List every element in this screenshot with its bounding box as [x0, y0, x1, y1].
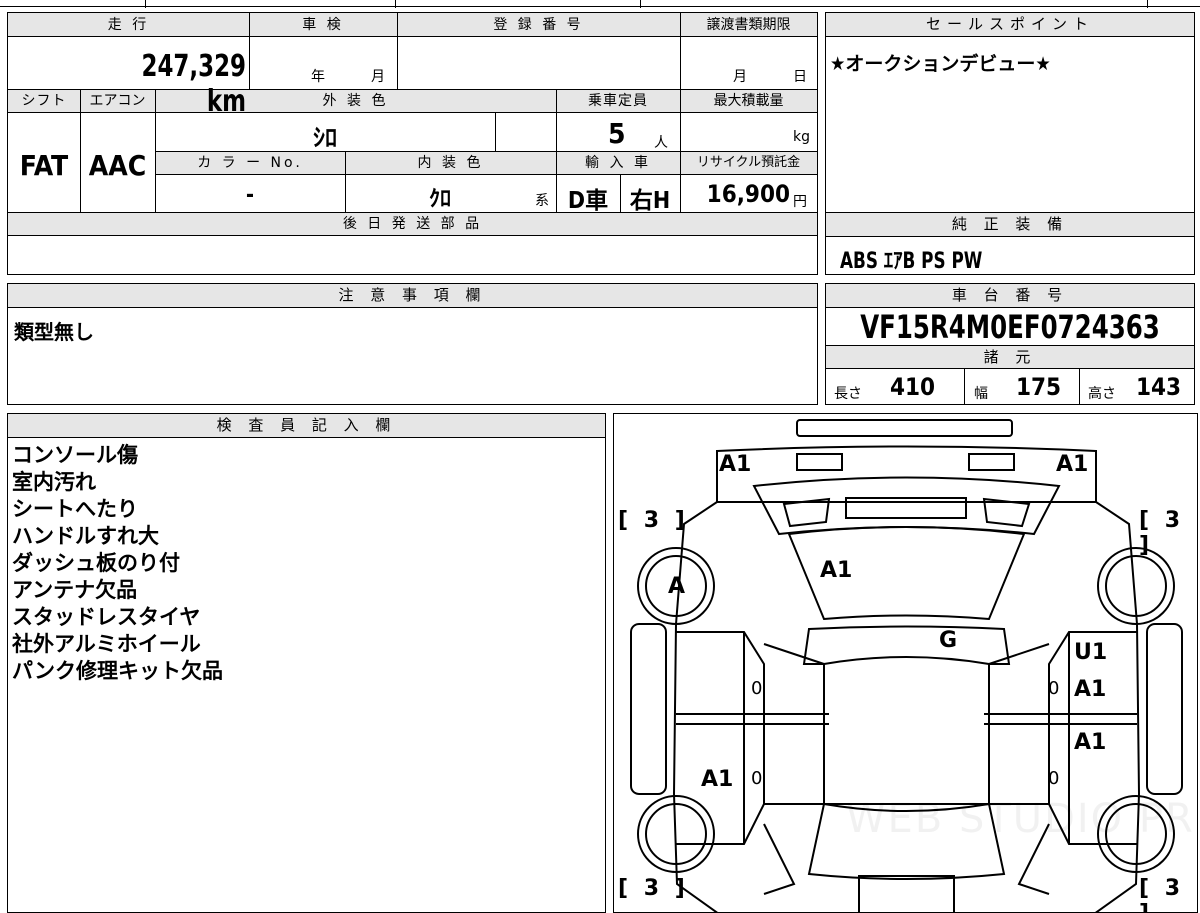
wheel-front-left-mark: A: [668, 574, 686, 599]
zero-mark-4: 0: [1048, 768, 1060, 789]
recycle-value: 16,900: [706, 180, 790, 208]
door-right-front-mark-1: U1: [1074, 640, 1108, 665]
door-left-rear-mark: A1: [701, 767, 734, 792]
tire-front-right-value: 3: [1164, 508, 1185, 533]
capacity-label: 乗車定員: [588, 93, 648, 109]
tire-rear-left-value: 3: [643, 876, 664, 901]
color-no-value: -: [245, 183, 255, 208]
capacity-value: 5: [608, 117, 626, 150]
tire-front-left-value: 3: [643, 508, 664, 533]
note-item: 室内汚れ: [12, 470, 96, 494]
mileage-label: 走 行: [107, 17, 150, 33]
tire-rear-right-brackets: [ 3 ]: [1139, 876, 1185, 912]
import-handle-value: 右H: [629, 188, 671, 214]
inspection-month-unit: 月: [371, 69, 385, 85]
color-no-label: カ ラ ー No.: [197, 155, 303, 171]
aircon-value: AAC: [88, 149, 147, 182]
shift-label: シフト: [21, 93, 67, 109]
note-item: コンソール傷: [12, 443, 138, 467]
later-parts-label: 後 日 発 送 部 品: [342, 216, 483, 232]
equipment-label: 純 正 装 備: [826, 213, 1194, 237]
note-item: スタッドレスタイヤ: [12, 605, 201, 629]
chassis-label: 車 台 番 号: [826, 284, 1194, 308]
length-label: 長さ: [834, 386, 862, 402]
import-label: 輸 入 車: [585, 155, 651, 171]
interior-color-label: 内 装 色: [417, 155, 484, 171]
exterior-color-label: 外 装 色: [322, 93, 389, 109]
capacity-unit: 人: [654, 135, 668, 151]
max-load-unit: kg: [793, 129, 810, 145]
height-value: 143: [1136, 373, 1182, 401]
inspector-notes: コンソール傷 室内汚れ シートへたり ハンドルすれ大 ダッシュ板のり付 アンテナ…: [12, 442, 223, 685]
sales-point-label: セールスポイント: [826, 13, 1194, 37]
inspector-label: 検 査 員 記 入 欄: [8, 414, 605, 438]
transfer-day-unit: 日: [793, 69, 807, 85]
windshield-mark: G: [939, 628, 958, 653]
chassis-number: VF15R4M0EF0724363: [860, 308, 1160, 346]
registration-label: 登 録 番 号: [493, 17, 584, 33]
recycle-unit: 円: [793, 194, 807, 210]
note-item: ダッシュ板のり付: [12, 551, 180, 575]
interior-color-value: ｸﾛ: [428, 187, 451, 212]
note-item: シートへたり: [12, 497, 138, 521]
vehicle-info-box: 走 行 車 検 登 録 番 号 譲渡書類期限 247,329 km 年 月 月 …: [7, 12, 818, 275]
zero-mark-2: 0: [1048, 678, 1060, 699]
caution-text: 類型無し: [14, 320, 94, 344]
tire-rear-left-brackets: [ 3 ]: [618, 876, 689, 901]
watermark: WEB STUDIO PRO: [846, 796, 1198, 842]
caution-label: 注 意 事 項 欄: [8, 284, 817, 308]
recycle-label: リサイクル預託金: [696, 155, 801, 170]
import-dealer-value: D車: [567, 188, 609, 214]
tire-front-right-brackets: [ 3 ]: [1139, 508, 1185, 558]
transfer-deadline-label: 譲渡書類期限: [706, 17, 791, 33]
width-value: 175: [1016, 373, 1062, 401]
top-cutoff-strip: [0, 0, 1200, 8]
length-value: 410: [890, 373, 936, 401]
exterior-color-value: ｼﾛ: [313, 124, 337, 152]
aircon-label: エアコン: [89, 93, 146, 109]
zero-mark-3: 0: [751, 768, 763, 789]
height-label: 高さ: [1088, 386, 1116, 402]
chassis-box: 車 台 番 号 VF15R4M0EF0724363 諸 元 長さ 410 幅 1…: [825, 283, 1195, 405]
inspection-year-unit: 年: [311, 69, 325, 85]
zero-mark-1: 0: [751, 678, 763, 699]
shift-value: FAT: [19, 149, 69, 182]
width-label: 幅: [974, 386, 988, 402]
note-item: 社外アルミホイール: [12, 632, 201, 656]
hood-mark: A1: [820, 558, 853, 583]
note-item: ハンドルすれ大: [12, 524, 159, 548]
note-item: アンテナ欠品: [12, 578, 138, 602]
lamp-front-right-mark: A1: [1056, 452, 1089, 477]
transfer-month-unit: 月: [733, 69, 747, 85]
spec-label: 諸 元: [826, 345, 1194, 369]
tire-front-left-brackets: [ 3 ]: [618, 508, 689, 533]
sales-point-text: ★オークションデビュー★: [830, 53, 1051, 75]
inspection-label: 車 検: [302, 17, 344, 33]
door-right-front-mark-2: A1: [1074, 677, 1107, 702]
tire-rear-right-value: 3: [1164, 876, 1185, 901]
max-load-label: 最大積載量: [713, 93, 784, 109]
inspector-box: 検 査 員 記 入 欄 コンソール傷 室内汚れ シートへたり ハンドルすれ大 ダ…: [7, 413, 606, 913]
note-item: パンク修理キット欠品: [12, 659, 224, 683]
caution-box: 注 意 事 項 欄 類型無し: [7, 283, 818, 405]
equipment-box: 純 正 装 備 ABS ｴｱB PS PW: [825, 212, 1195, 275]
lamp-front-left-mark: A1: [719, 452, 752, 477]
equipment-text: ABS ｴｱB PS PW: [840, 249, 983, 274]
interior-color-unit: 系: [535, 193, 549, 209]
sales-point-box: セールスポイント ★オークションデビュー★: [825, 12, 1195, 213]
door-right-rear-mark: A1: [1074, 730, 1107, 755]
car-diagram-box: [ 3 ] [ 3 ] [ 3 ] [ 3 ] A A1 A1 A1 G U1 …: [613, 413, 1198, 913]
